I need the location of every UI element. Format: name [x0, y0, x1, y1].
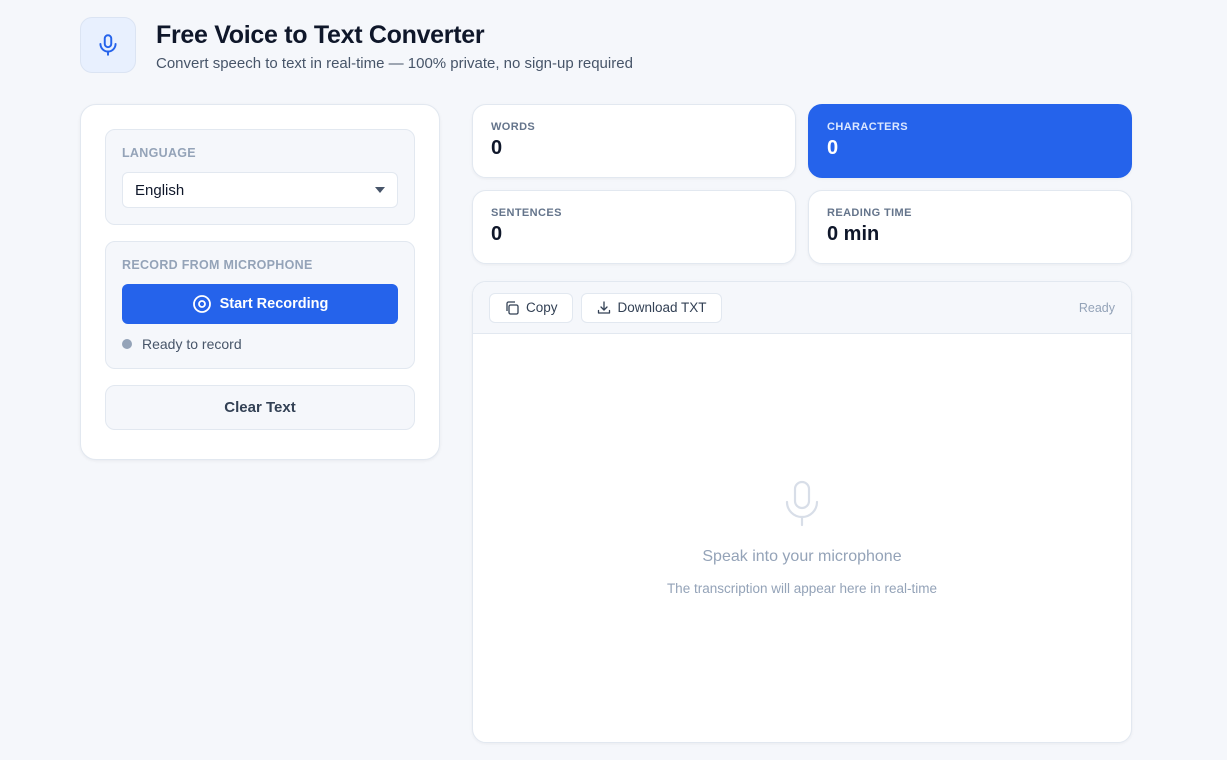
language-label: LANGUAGE [122, 146, 196, 160]
start-recording-label: Start Recording [219, 296, 329, 312]
record-group: RECORD FROM MICROPHONE Start Recording R… [105, 241, 415, 369]
copy-button[interactable]: Copy [489, 292, 573, 323]
words-stat-card: WORDS 0 [472, 104, 796, 178]
download-txt-button[interactable]: Download TXT [580, 292, 722, 323]
clear-text-label: Clear Text [224, 399, 296, 416]
reading-time-stat-card: READING TIME 0 min [808, 190, 1132, 264]
characters-stat-card: CHARACTERS 0 [808, 104, 1132, 178]
words-stat-value: 0 [491, 137, 503, 159]
record-status: Ready to record [122, 336, 398, 352]
start-recording-button[interactable]: Start Recording [122, 284, 398, 324]
sentences-stat-label: SENTENCES [491, 207, 562, 219]
page-header: Free Voice to Text Converter Convert spe… [80, 17, 633, 73]
sentences-stat-value: 0 [491, 223, 503, 245]
download-icon [597, 300, 610, 314]
language-group: LANGUAGE English [105, 129, 415, 225]
language-select-value: English [135, 181, 185, 199]
transcription-panel: Copy Download TXT Ready Speak into your … [472, 281, 1132, 743]
microphone-placeholder-icon [785, 480, 819, 527]
editor-status: Ready [1078, 300, 1115, 315]
characters-stat-label: CHARACTERS [827, 121, 908, 133]
record-icon [192, 295, 211, 313]
record-status-text: Ready to record [142, 336, 242, 352]
copy-icon [506, 300, 519, 315]
caret-down-icon [375, 187, 385, 193]
editor-toolbar: Copy Download TXT Ready [473, 282, 1131, 334]
page-subtitle: Convert speech to text in real-time — 10… [156, 54, 633, 72]
status-dot-icon [122, 339, 132, 349]
transcription-empty-state: Speak into your microphone The transcrip… [473, 479, 1131, 596]
clear-text-button[interactable]: Clear Text [105, 385, 415, 430]
microphone-icon [80, 17, 136, 73]
sentences-stat-card: SENTENCES 0 [472, 190, 796, 264]
reading-time-stat-value: 0 min [827, 223, 880, 245]
empty-state-subtitle: The transcription will appear here in re… [666, 581, 938, 596]
record-label: RECORD FROM MICROPHONE [122, 258, 313, 272]
copy-label: Copy [526, 300, 558, 315]
words-stat-label: WORDS [491, 121, 536, 133]
controls-panel: LANGUAGE English RECORD FROM MICROPHONE … [80, 104, 440, 460]
download-label: Download TXT [617, 300, 707, 315]
reading-time-stat-label: READING TIME [827, 207, 912, 219]
language-select[interactable]: English [122, 172, 398, 208]
empty-state-title: Speak into your microphone [702, 548, 902, 565]
characters-stat-value: 0 [827, 137, 839, 159]
page-title: Free Voice to Text Converter [156, 20, 485, 49]
